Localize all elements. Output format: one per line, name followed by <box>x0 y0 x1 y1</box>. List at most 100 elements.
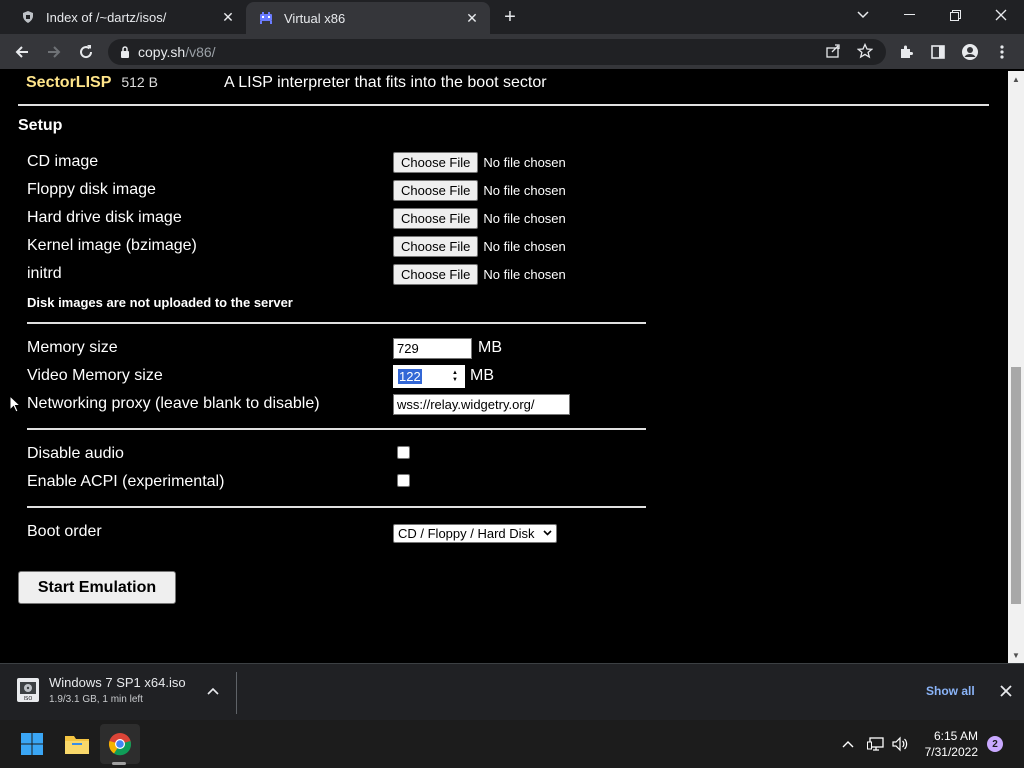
volume-icon[interactable] <box>890 734 910 754</box>
os-description: A LISP interpreter that fits into the bo… <box>224 74 547 91</box>
divider <box>18 104 989 106</box>
space-invader-icon <box>258 10 274 26</box>
disable-audio-checkbox[interactable] <box>397 446 410 459</box>
page-scrollbar[interactable]: ▲ ▼ <box>1008 71 1024 663</box>
bookmark-star-icon[interactable] <box>856 42 874 64</box>
memory-size-input[interactable]: 729 <box>393 338 472 359</box>
download-bar: ISO Windows 7 SP1 x64.iso 1.9/3.1 GB, 1 … <box>0 663 1024 720</box>
hard-drive-image-label: Hard drive disk image <box>27 209 182 226</box>
selected-value: 122 <box>398 369 422 384</box>
tab-index-dartz-isos[interactable]: Index of /~dartz/isos/ ✕ <box>8 0 246 34</box>
tab-strip: Index of /~dartz/isos/ ✕ Virtual x86 ✕ + <box>0 0 1024 34</box>
menu-icon[interactable] <box>988 38 1016 66</box>
choose-file-button[interactable]: Choose File <box>393 236 479 257</box>
page-viewport: SectorLISP 512 B A LISP interpreter that… <box>0 71 1008 663</box>
extensions-icon[interactable] <box>892 38 920 66</box>
profile-icon[interactable] <box>956 38 984 66</box>
forward-button[interactable] <box>40 38 68 66</box>
close-download-bar-icon[interactable] <box>998 683 1014 699</box>
divider <box>27 506 646 508</box>
boot-order-label: Boot order <box>27 523 102 540</box>
start-emulation-button[interactable]: Start Emulation <box>18 571 176 604</box>
download-progress: 1.9/3.1 GB, 1 min left <box>49 694 143 705</box>
tab-title: Index of /~dartz/isos/ <box>46 9 167 25</box>
memory-size-label: Memory size <box>27 339 118 356</box>
choose-file-button[interactable]: Choose File <box>393 152 479 173</box>
iso-file-icon: ISO <box>14 676 42 704</box>
back-button[interactable] <box>8 38 36 66</box>
kernel-image-input[interactable]: Choose File No file chosen <box>393 236 566 257</box>
setup-heading: Setup <box>18 117 63 134</box>
chevron-down-icon <box>543 528 552 539</box>
scrollbar-thumb[interactable] <box>1011 367 1021 604</box>
file-status: No file chosen <box>483 239 566 254</box>
cd-image-input[interactable]: Choose File No file chosen <box>393 152 566 173</box>
choose-file-button[interactable]: Choose File <box>393 264 479 285</box>
choose-file-button[interactable]: Choose File <box>393 180 479 201</box>
upload-note: Disk images are not uploaded to the serv… <box>27 295 293 310</box>
clock-time: 6:15 AM <box>933 729 978 743</box>
divider <box>27 322 646 324</box>
new-tab-button[interactable]: + <box>498 6 522 28</box>
enable-acpi-label: Enable ACPI (experimental) <box>27 473 225 490</box>
reload-button[interactable] <box>72 38 100 66</box>
side-panel-icon[interactable] <box>924 38 952 66</box>
networking-proxy-input[interactable]: wss://relay.widgetry.org/ <box>393 394 570 415</box>
chrome-taskbar-icon[interactable] <box>100 724 140 764</box>
mouse-cursor-icon <box>9 394 22 418</box>
memory-unit: MB <box>478 339 502 356</box>
cd-image-label: CD image <box>27 153 99 170</box>
show-hidden-icons-icon[interactable] <box>838 734 858 754</box>
taskbar-clock[interactable]: 6:15 AM 7/31/2022 <box>912 728 978 760</box>
tab-virtual-x86[interactable]: Virtual x86 ✕ <box>246 2 490 34</box>
clock-date: 7/31/2022 <box>924 745 978 759</box>
hard-drive-image-input[interactable]: Choose File No file chosen <box>393 208 566 229</box>
minimize-button[interactable] <box>886 0 932 30</box>
lock-icon[interactable] <box>120 46 130 58</box>
download-filename: Windows 7 SP1 x64.iso <box>49 675 186 690</box>
windows-start-icon[interactable] <box>12 724 52 764</box>
boot-order-value: CD / Floppy / Hard Disk <box>398 526 535 541</box>
choose-file-button[interactable]: Choose File <box>393 208 479 229</box>
enable-acpi-checkbox[interactable] <box>397 474 410 487</box>
initrd-label: initrd <box>27 265 62 282</box>
close-tab-icon[interactable]: ✕ <box>218 7 238 27</box>
file-explorer-icon[interactable] <box>57 724 97 764</box>
notification-badge[interactable]: 2 <box>987 736 1003 752</box>
os-name[interactable]: SectorLISP <box>26 74 111 92</box>
tab-search-icon[interactable] <box>840 0 886 30</box>
file-status: No file chosen <box>483 155 566 170</box>
file-status: No file chosen <box>483 211 566 226</box>
show-all-downloads-link[interactable]: Show all <box>926 684 975 698</box>
svg-text:ISO: ISO <box>24 696 33 702</box>
server-icon <box>20 9 36 25</box>
boot-order-select[interactable]: CD / Floppy / Hard Disk <box>393 524 557 543</box>
browser-toolbar: copy.sh/v86/ <box>0 34 1024 70</box>
video-memory-label: Video Memory size <box>27 367 163 384</box>
os-list-row[interactable]: SectorLISP 512 B <box>26 74 158 94</box>
file-status: No file chosen <box>483 267 566 282</box>
url-text: copy.sh/v86/ <box>138 44 216 60</box>
scroll-down-icon[interactable]: ▼ <box>1008 647 1024 663</box>
divider <box>27 428 646 430</box>
chevron-up-icon[interactable] <box>204 682 222 700</box>
file-status: No file chosen <box>483 183 566 198</box>
spinner-icon[interactable]: ▲ ▼ <box>450 369 460 384</box>
floppy-image-input[interactable]: Choose File No file chosen <box>393 180 566 201</box>
network-icon[interactable] <box>866 734 886 754</box>
scroll-up-icon[interactable]: ▲ <box>1008 71 1024 87</box>
disable-audio-label: Disable audio <box>27 445 124 462</box>
active-app-indicator <box>112 762 126 765</box>
tab-title: Virtual x86 <box>284 10 346 26</box>
close-tab-icon[interactable]: ✕ <box>462 8 482 28</box>
restore-button[interactable] <box>932 0 978 30</box>
video-memory-input[interactable]: 122 ▲ ▼ <box>392 364 466 389</box>
address-bar[interactable]: copy.sh/v86/ <box>108 39 886 65</box>
windows-taskbar: 6:15 AM 7/31/2022 <box>0 720 1024 768</box>
video-memory-unit: MB <box>470 367 494 384</box>
download-item[interactable]: ISO Windows 7 SP1 x64.iso 1.9/3.1 GB, 1 … <box>14 675 186 705</box>
os-size: 512 B <box>121 74 158 90</box>
close-window-button[interactable] <box>978 0 1024 30</box>
initrd-input[interactable]: Choose File No file chosen <box>393 264 566 285</box>
share-icon[interactable] <box>825 43 841 64</box>
